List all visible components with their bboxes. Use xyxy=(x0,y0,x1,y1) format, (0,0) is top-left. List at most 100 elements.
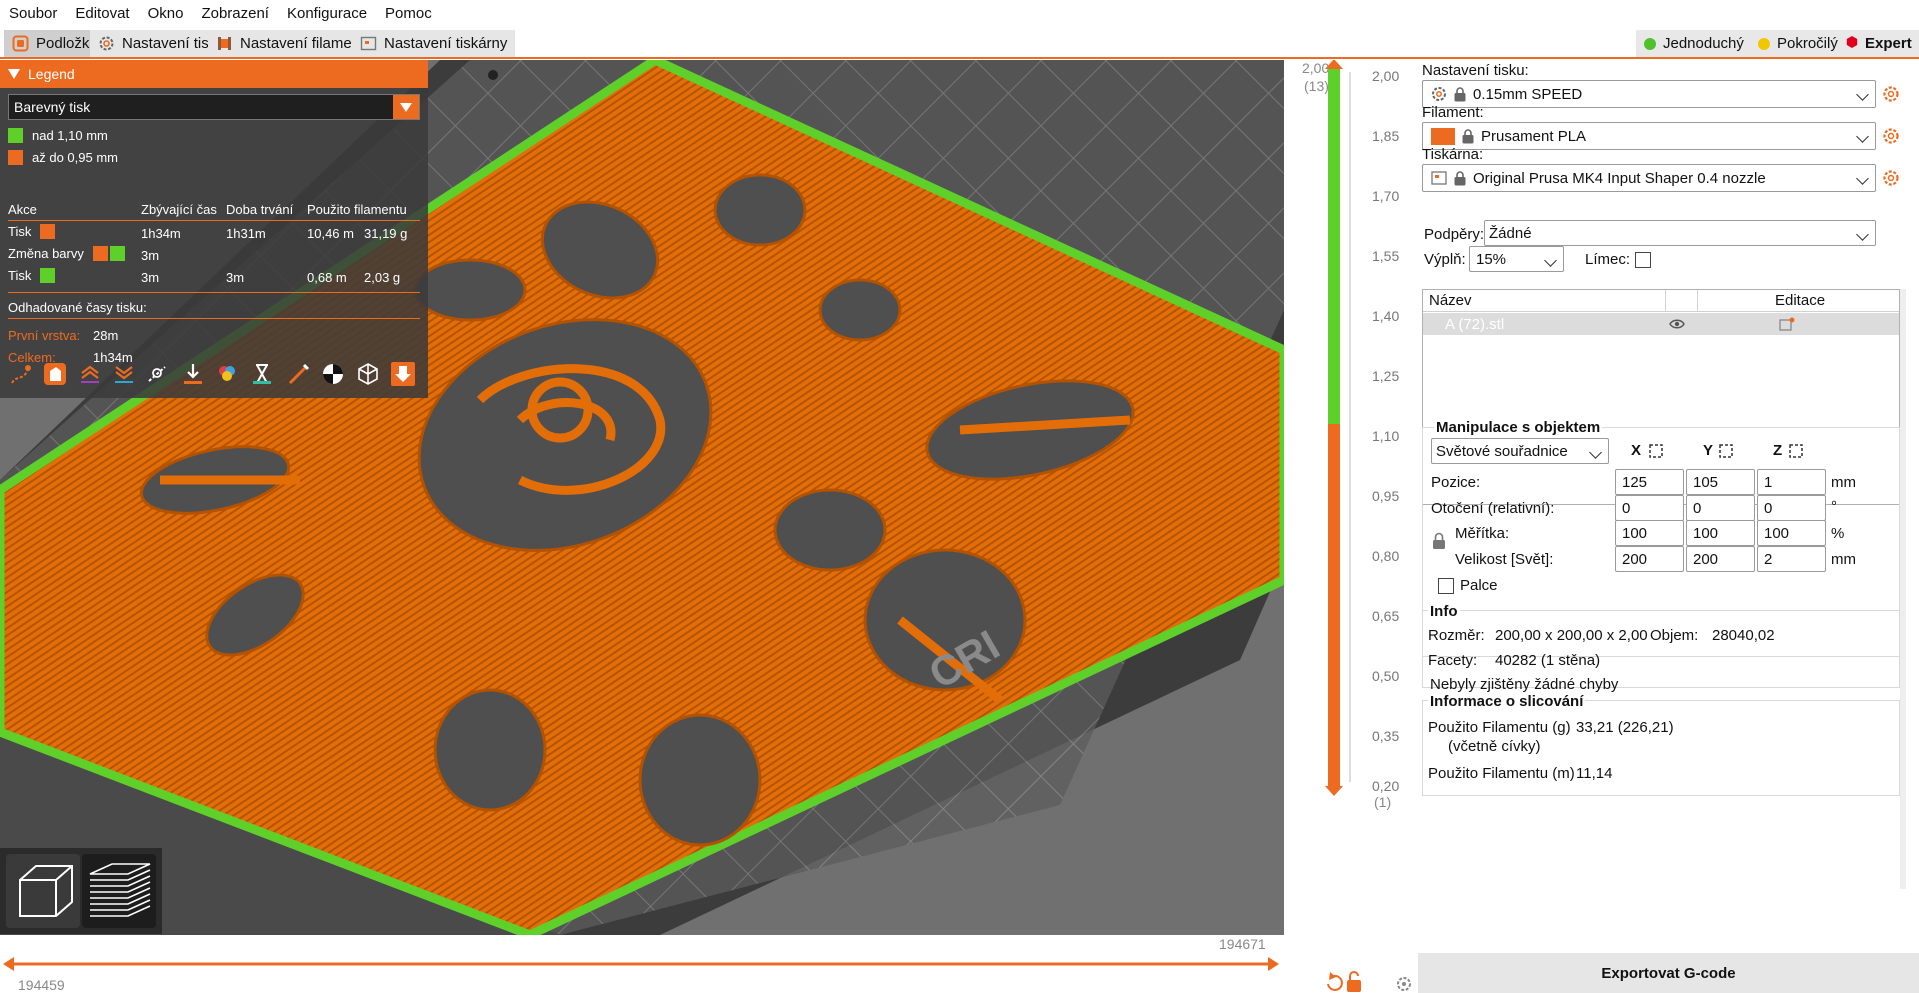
preview-view-button[interactable] xyxy=(82,854,156,928)
supports-value: Žádné xyxy=(1489,224,1532,242)
center-of-gravity-icon[interactable] xyxy=(320,361,346,387)
size-label: Velikost [Svět]: xyxy=(1455,551,1554,568)
undo-icon[interactable] xyxy=(1327,972,1343,991)
position-x-input[interactable]: 125 xyxy=(1615,469,1684,495)
scale-unit: % xyxy=(1831,525,1845,542)
brim-label: Límec: xyxy=(1585,251,1631,268)
wipe-icon[interactable] xyxy=(42,361,68,387)
filament-color-swatch[interactable] xyxy=(1431,127,1455,145)
coordinate-system-dropdown[interactable]: Světové souřadnice xyxy=(1431,438,1609,464)
object-row[interactable]: A (72).stl xyxy=(1423,313,1899,335)
menu-window[interactable]: Okno xyxy=(139,0,193,28)
volume-label: Objem: xyxy=(1650,627,1699,644)
h-slider-left-value: 194459 xyxy=(18,977,65,993)
v-tick-label: 1,25 xyxy=(1372,368,1400,384)
drop-to-bed-x-icon[interactable] xyxy=(1648,443,1664,459)
v-tick-label: 0,35 xyxy=(1372,728,1400,744)
facets-value: 40282 (1 stěna) xyxy=(1495,652,1601,669)
errors-text: Nebyly zjištěny žádné chyby xyxy=(1430,676,1619,693)
print-preset-value: 0.15mm SPEED xyxy=(1473,85,1583,103)
settings-cog-icon[interactable] xyxy=(1397,977,1411,991)
scale-z-input[interactable]: 100 xyxy=(1757,520,1826,546)
rotation-y-input[interactable]: 0 xyxy=(1686,495,1755,521)
size-x-input[interactable]: 200 xyxy=(1615,546,1684,572)
size-z-input[interactable]: 2 xyxy=(1757,546,1826,572)
legend-range-low: až do 0,95 mm xyxy=(8,150,118,165)
custom-gcode-icon[interactable] xyxy=(286,361,312,387)
scale-lock-icon[interactable] xyxy=(1432,532,1446,550)
infill-dropdown[interactable]: 15% xyxy=(1469,246,1564,272)
eye-icon[interactable] xyxy=(1669,318,1685,330)
retractions-icon[interactable] xyxy=(77,361,103,387)
drop-to-bed-y-icon[interactable] xyxy=(1718,443,1734,459)
travel-icon[interactable] xyxy=(8,361,34,387)
tool-changes-icon[interactable] xyxy=(180,361,206,387)
rotation-x-input[interactable]: 0 xyxy=(1615,495,1684,521)
seams-icon[interactable] xyxy=(145,361,171,387)
vertical-layer-slider[interactable]: 2,00 (13) 2,00 1,85 1,70 1,55 1,40 1,25 … xyxy=(1284,60,1418,993)
header-edit[interactable]: Editace xyxy=(1775,292,1825,309)
legend-row-print-2: Tisk xyxy=(8,268,56,283)
print-preset-dropdown[interactable]: 0.15mm SPEED xyxy=(1422,80,1876,108)
dropdown-arrow-icon xyxy=(393,95,419,119)
size-y-input[interactable]: 200 xyxy=(1686,546,1755,572)
tool-marker-icon[interactable] xyxy=(390,361,416,387)
column-divider xyxy=(1665,290,1666,312)
scale-x-input[interactable]: 100 xyxy=(1615,520,1684,546)
manipulation-title: Manipulace s objektem xyxy=(1434,419,1603,436)
position-y-input[interactable]: 105 xyxy=(1686,469,1755,495)
position-z-input[interactable]: 1 xyxy=(1757,469,1826,495)
mode-simple-button[interactable]: Jednoduchý xyxy=(1636,30,1752,57)
brim-checkbox[interactable] xyxy=(1635,252,1651,268)
printer-dropdown[interactable]: Original Prusa MK4 Input Shaper 0.4 nozz… xyxy=(1422,164,1876,192)
supports-dropdown[interactable]: Žádné xyxy=(1484,220,1876,246)
rotation-z-input[interactable]: 0 xyxy=(1757,495,1826,521)
filament-settings-gear-icon[interactable] xyxy=(1882,127,1900,145)
legend-separator xyxy=(8,318,420,319)
unlock-icon[interactable] xyxy=(1347,971,1361,992)
color-changes-icon[interactable] xyxy=(214,361,240,387)
shells-icon[interactable] xyxy=(355,361,381,387)
mode-advanced-button[interactable]: Pokročilý xyxy=(1750,30,1846,57)
gear-icon xyxy=(98,35,115,52)
axis-z-label: Z xyxy=(1773,442,1783,459)
menu-edit[interactable]: Editovat xyxy=(66,0,138,28)
view-type-dropdown[interactable]: Barevný tisk xyxy=(8,94,420,120)
pause-icon[interactable] xyxy=(249,361,275,387)
filament-m-value: 11,14 xyxy=(1576,765,1613,782)
horizontal-slider[interactable]: 194671 194459 xyxy=(0,935,1284,993)
axis-x-label: X xyxy=(1631,442,1642,459)
print-settings-gear-icon[interactable] xyxy=(1882,85,1900,103)
filament-dropdown[interactable]: Prusament PLA xyxy=(1422,122,1876,150)
row1-remaining: 1h34m xyxy=(141,226,181,241)
v-slider-bottom-layer: (1) xyxy=(1374,794,1392,810)
scale-y-input[interactable]: 100 xyxy=(1686,520,1755,546)
header-name[interactable]: Název xyxy=(1429,292,1472,309)
mode-expert-label: Expert xyxy=(1865,35,1912,52)
row3-duration: 3m xyxy=(226,270,245,285)
legend-header[interactable]: Legend xyxy=(0,60,428,88)
inches-checkbox[interactable] xyxy=(1438,578,1454,594)
v-tick-label: 1,85 xyxy=(1372,128,1400,144)
menu-help[interactable]: Pomoc xyxy=(376,0,441,28)
export-gcode-button[interactable]: Exportovat G-code xyxy=(1418,953,1919,993)
sidebar-scrollbar[interactable] xyxy=(1900,289,1906,889)
printer-label: Tiskárna: xyxy=(1422,146,1484,163)
chevron-down-icon xyxy=(1856,228,1869,241)
deretractions-icon[interactable] xyxy=(111,361,137,387)
slider-controls xyxy=(1327,971,1411,992)
mode-expert-button[interactable]: Expert xyxy=(1838,30,1919,57)
legend-separator xyxy=(8,292,420,293)
edit-settings-icon[interactable] xyxy=(1779,317,1795,331)
3d-view-button[interactable] xyxy=(6,854,80,928)
row1-length: 10,46 m xyxy=(307,226,354,241)
tab-printer-settings[interactable]: Nastavení tiskárny xyxy=(352,30,516,57)
printer-settings-gear-icon[interactable] xyxy=(1882,169,1900,187)
filament-g-label: Použito Filamentu (g) xyxy=(1428,719,1571,736)
rotation-unit: ° xyxy=(1831,498,1837,515)
menu-view[interactable]: Zobrazení xyxy=(192,0,278,28)
menu-file[interactable]: Soubor xyxy=(0,0,66,28)
row3-action: Tisk xyxy=(8,268,32,283)
drop-to-bed-z-icon[interactable] xyxy=(1788,443,1804,459)
menu-configuration[interactable]: Konfigurace xyxy=(278,0,376,28)
